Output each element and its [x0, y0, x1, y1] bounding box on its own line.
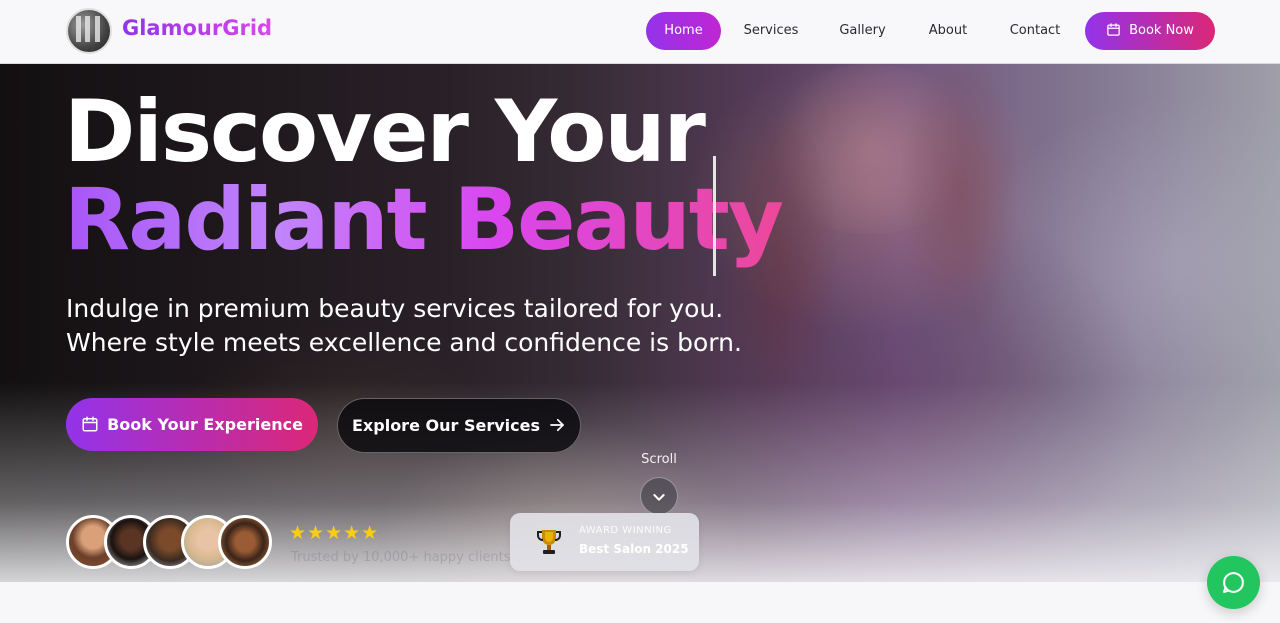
scroll-down-button[interactable] — [640, 477, 678, 515]
hero-subtitle-line1: Indulge in premium beauty services tailo… — [66, 294, 724, 323]
book-now-label: Book Now — [1129, 23, 1194, 38]
rating-caption: Trusted by 10,000+ happy clients — [291, 550, 511, 565]
chevron-down-icon — [653, 494, 665, 501]
nav-item-contact[interactable]: Contact — [1000, 12, 1070, 50]
chat-button[interactable] — [1207, 556, 1260, 609]
nav-item-gallery[interactable]: Gallery — [830, 12, 895, 50]
award-main-text: Best Salon 2025 — [579, 542, 689, 556]
book-experience-label: Book Your Experience — [107, 415, 303, 434]
client-avatars — [66, 515, 276, 569]
avatar — [218, 515, 272, 569]
explore-services-label: Explore Our Services — [352, 416, 540, 435]
navbar: GlamourGrid Home Services Gallery About … — [0, 0, 1280, 64]
award-badge: AWARD WINNING Best Salon 2025 — [510, 513, 699, 571]
scroll-label: Scroll — [641, 452, 677, 467]
nav-item-about[interactable]: About — [918, 12, 978, 50]
book-now-button[interactable]: Book Now — [1085, 12, 1215, 50]
chat-bubble-icon — [1223, 572, 1244, 593]
book-experience-button[interactable]: Book Your Experience — [66, 398, 318, 451]
rating-stars: ★★★★★ — [289, 522, 380, 544]
brand-name[interactable]: GlamourGrid — [122, 16, 272, 40]
hero-title-line2: Radiant Beauty — [64, 170, 784, 270]
hero-subtitle-line2: Where style meets excellence and confide… — [66, 328, 742, 357]
typing-caret — [713, 156, 716, 276]
hero-title-line1: Discover Your — [64, 82, 706, 182]
calendar-icon — [82, 416, 98, 432]
logo-image[interactable] — [66, 8, 112, 54]
trophy-icon — [537, 530, 561, 554]
nav-item-services[interactable]: Services — [735, 12, 807, 50]
award-top-text: AWARD WINNING — [579, 525, 672, 536]
explore-services-button[interactable]: Explore Our Services — [337, 398, 581, 453]
arrow-right-icon — [550, 418, 564, 432]
calendar-icon — [1107, 22, 1120, 36]
nav-item-home[interactable]: Home — [646, 12, 721, 50]
hero-subtitle: Indulge in premium beauty services tailo… — [66, 292, 786, 360]
